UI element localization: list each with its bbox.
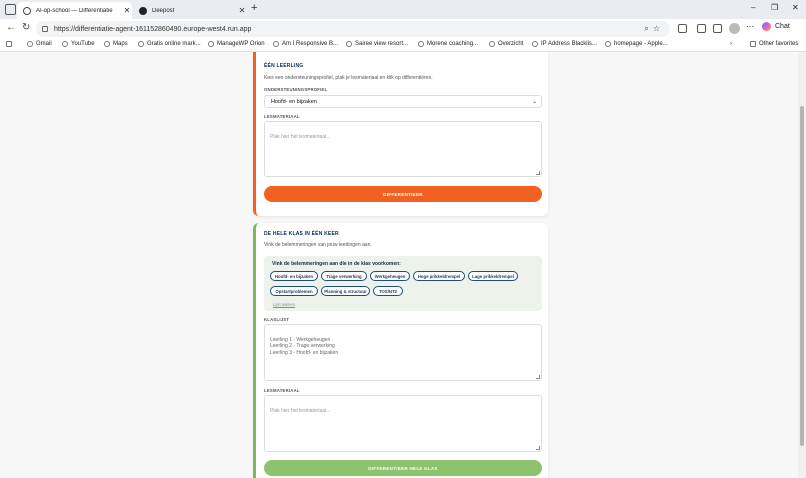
barriers-panel: Vink de belemmeringen aan die in de klas… bbox=[264, 256, 542, 311]
scrollbar-thumb[interactable] bbox=[800, 106, 804, 446]
extensions-icon[interactable] bbox=[678, 24, 687, 33]
ip-address-icon bbox=[532, 41, 538, 47]
chip-trage-verwerking[interactable]: Trage verwerking bbox=[321, 271, 367, 281]
bookmark-item[interactable]: Gratis online mark... bbox=[138, 41, 201, 47]
overzicht-icon bbox=[489, 41, 495, 47]
deepost-icon bbox=[139, 6, 147, 15]
back-arrow-icon[interactable]: ← bbox=[6, 22, 16, 33]
chip-planning-structuur[interactable]: Planning & structuur bbox=[321, 286, 370, 296]
profile-avatar[interactable] bbox=[729, 23, 740, 34]
class-list-textarea[interactable]: Leerling 1 - Werkgeheugen Leerling 2 - T… bbox=[264, 324, 542, 381]
favorites-icon[interactable] bbox=[713, 24, 722, 33]
bookmark-item[interactable]: homepage - Apple... bbox=[605, 41, 668, 47]
material-label: LESMATERIAAL bbox=[264, 388, 300, 393]
barriers-title: Vink de belemmeringen aan die in de klas… bbox=[272, 261, 401, 267]
more-menu-icon[interactable]: ⋯ bbox=[746, 22, 754, 31]
chip-tos-nt2[interactable]: TOS/NT2 bbox=[373, 286, 403, 296]
globe-icon bbox=[273, 41, 279, 47]
bookmarks-overflow-icon[interactable]: › bbox=[730, 41, 732, 47]
address-bar[interactable]: https://differentiatie-agent-16115286049… bbox=[36, 21, 670, 37]
tab-close-icon[interactable]: ✕ bbox=[237, 6, 247, 15]
address-bar-actions[interactable]: ⌕☆ bbox=[644, 24, 664, 34]
chip-werkgeheugen[interactable]: Werkgeheugen bbox=[370, 271, 410, 281]
single-student-card: ÉÉN LEERLING Kies een ondersteuningsprof… bbox=[253, 52, 548, 216]
tab-bar: AI-op-school — Differentiatie ✕ Deepost … bbox=[0, 0, 806, 19]
material-placeholder: Plak hier het lesmateriaal... bbox=[270, 407, 331, 414]
class-material-textarea[interactable]: Plak hier het lesmateriaal... bbox=[264, 395, 542, 452]
class-list-label: KLASLIJST bbox=[264, 317, 290, 322]
tab-label: Deepost bbox=[152, 7, 175, 14]
workspaces-icon[interactable] bbox=[5, 4, 16, 15]
navigation-bar: ← ↻ https://differentiatie-agent-1611528… bbox=[0, 19, 806, 39]
chip-hoge-prikkeldrempel[interactable]: Hoge prikkeldrempel bbox=[413, 271, 465, 281]
section-title: DE HELE KLAS IN ÉÉN KEER bbox=[264, 231, 339, 237]
minimize-button[interactable]: – bbox=[751, 3, 755, 12]
bookmark-item[interactable]: Overzicht bbox=[489, 41, 523, 47]
chip-lage-prikkeldrempel[interactable]: Lage prikkeldrempel bbox=[468, 271, 518, 281]
whole-class-card: DE HELE KLAS IN ÉÉN KEER Vink de belemme… bbox=[253, 223, 548, 478]
restore-button[interactable]: ❐ bbox=[771, 3, 778, 12]
sairee-icon bbox=[346, 41, 352, 47]
material-placeholder: Plak hier het lesmateriaal... bbox=[270, 133, 331, 140]
profile-label: ONDERSTEUNINGSPROFIEL bbox=[264, 87, 328, 92]
clear-list-link[interactable]: Lijst wissen bbox=[273, 302, 295, 307]
section-description: Vink de belemmeringen van jouw leerlinge… bbox=[264, 242, 372, 248]
url-text: https://differentiatie-agent-16115286049… bbox=[54, 25, 252, 33]
differentiate-button[interactable]: DIFFERENTIEER bbox=[264, 186, 542, 202]
bookmark-item[interactable]: Gmail bbox=[27, 41, 52, 47]
bookmark-item[interactable]: Morene coaching... bbox=[418, 41, 478, 47]
tab-differentiatie[interactable]: AI-op-school — Differentiatie ✕ bbox=[17, 2, 132, 19]
material-textarea[interactable]: Plak hier het lesmateriaal... bbox=[264, 121, 542, 177]
page-viewport: ÉÉN LEERLING Kies een ondersteuningsprof… bbox=[0, 52, 798, 478]
other-favorites[interactable]: Other favorites bbox=[750, 41, 798, 47]
page-scrollbar[interactable] bbox=[798, 52, 806, 478]
class-list-value: Leerling 1 - Werkgeheugen Leerling 2 - T… bbox=[270, 336, 339, 356]
bookmarks-bar: Gmail YouTube Maps Gratis online mark...… bbox=[0, 39, 806, 52]
close-window-button[interactable]: ✕ bbox=[792, 3, 799, 12]
google-icon bbox=[138, 41, 144, 47]
bookmark-item[interactable]: Sairee view resort... bbox=[346, 41, 408, 47]
new-tab-button[interactable]: + bbox=[251, 2, 257, 14]
chip-opstartproblemen[interactable]: Opstartproblemen bbox=[270, 286, 318, 296]
material-label: LESMATERIAAL bbox=[264, 114, 300, 119]
bookmark-item[interactable]: Maps bbox=[104, 41, 128, 47]
globe-icon bbox=[23, 6, 31, 15]
morene-icon bbox=[418, 41, 424, 47]
bookmarks-folder-icon[interactable] bbox=[6, 41, 15, 47]
apple-icon bbox=[605, 41, 611, 47]
folder-icon bbox=[750, 41, 756, 47]
copilot-chat-button[interactable]: Chat bbox=[762, 22, 790, 31]
site-info-icon[interactable] bbox=[42, 26, 48, 32]
resize-handle-icon[interactable] bbox=[536, 446, 540, 450]
resize-handle-icon[interactable] bbox=[536, 171, 540, 175]
differentiate-class-button[interactable]: DIFFERENTIEER HELE KLAS bbox=[264, 460, 542, 476]
gmail-icon bbox=[27, 41, 33, 47]
bookmark-item[interactable]: YouTube bbox=[62, 41, 95, 47]
chat-label: Chat bbox=[775, 23, 790, 30]
bookmark-item[interactable]: IP Address Blacklis... bbox=[532, 41, 597, 47]
chevron-down-icon: ⌄ bbox=[531, 99, 537, 105]
tab-close-icon[interactable]: ✕ bbox=[122, 6, 132, 15]
tab-deepost[interactable]: Deepost ✕ bbox=[133, 2, 247, 19]
split-screen-icon[interactable] bbox=[697, 24, 706, 33]
refresh-icon[interactable]: ↻ bbox=[22, 22, 30, 33]
chip-hoofd-en-bijzaken[interactable]: Hoofd- en bijzaken bbox=[270, 271, 318, 281]
copilot-icon bbox=[762, 22, 771, 31]
managewp-icon bbox=[208, 41, 214, 47]
youtube-icon bbox=[62, 41, 68, 47]
resize-handle-icon[interactable] bbox=[536, 375, 540, 379]
maps-icon bbox=[104, 41, 110, 47]
section-description: Kies een ondersteuningsprofiel, plak je … bbox=[264, 75, 433, 81]
profile-select[interactable]: Hoofd- en bijzaken ⌄ bbox=[264, 95, 542, 108]
bookmark-item[interactable]: ManageWP Orion bbox=[208, 41, 265, 47]
tab-label: AI-op-school — Differentiatie bbox=[36, 7, 113, 14]
bookmark-item[interactable]: Am I Responsive B... bbox=[273, 41, 338, 47]
section-title: ÉÉN LEERLING bbox=[264, 63, 304, 69]
profile-select-value: Hoofd- en bijzaken bbox=[271, 98, 317, 105]
